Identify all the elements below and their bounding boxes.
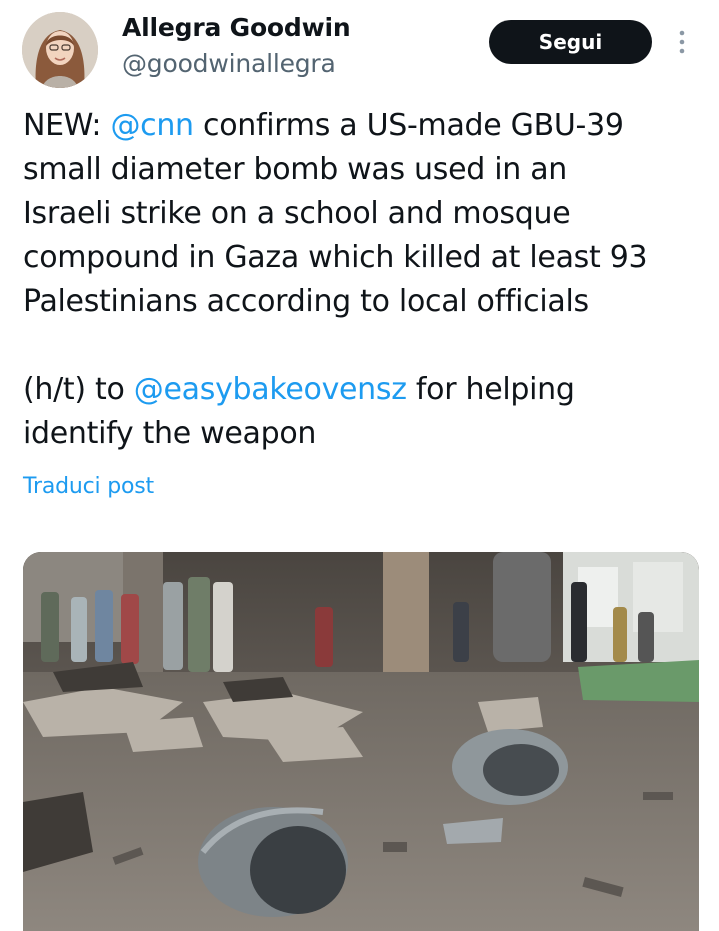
post-media-image[interactable]: [23, 552, 699, 931]
avatar-image: [22, 12, 98, 88]
post-text-body: confirms a US-made GBU-39 small diameter…: [23, 108, 648, 407]
follow-button[interactable]: Segui: [489, 20, 652, 64]
post-text-prefix: NEW:: [23, 108, 111, 143]
damaged-building-photo: [23, 552, 699, 931]
avatar[interactable]: [22, 12, 98, 88]
post-text: NEW: @cnn confirms a US-made GBU-39 smal…: [23, 104, 703, 456]
mention-link-easybakeovensz[interactable]: @easybakeovensz: [134, 372, 407, 407]
user-handle[interactable]: @goodwinallegra: [122, 49, 336, 78]
mention-link-cnn[interactable]: @cnn: [110, 108, 194, 143]
display-name[interactable]: Allegra Goodwin: [122, 13, 351, 42]
translate-post-link[interactable]: Traduci post: [23, 474, 154, 499]
more-vertical-icon[interactable]: [672, 28, 692, 56]
